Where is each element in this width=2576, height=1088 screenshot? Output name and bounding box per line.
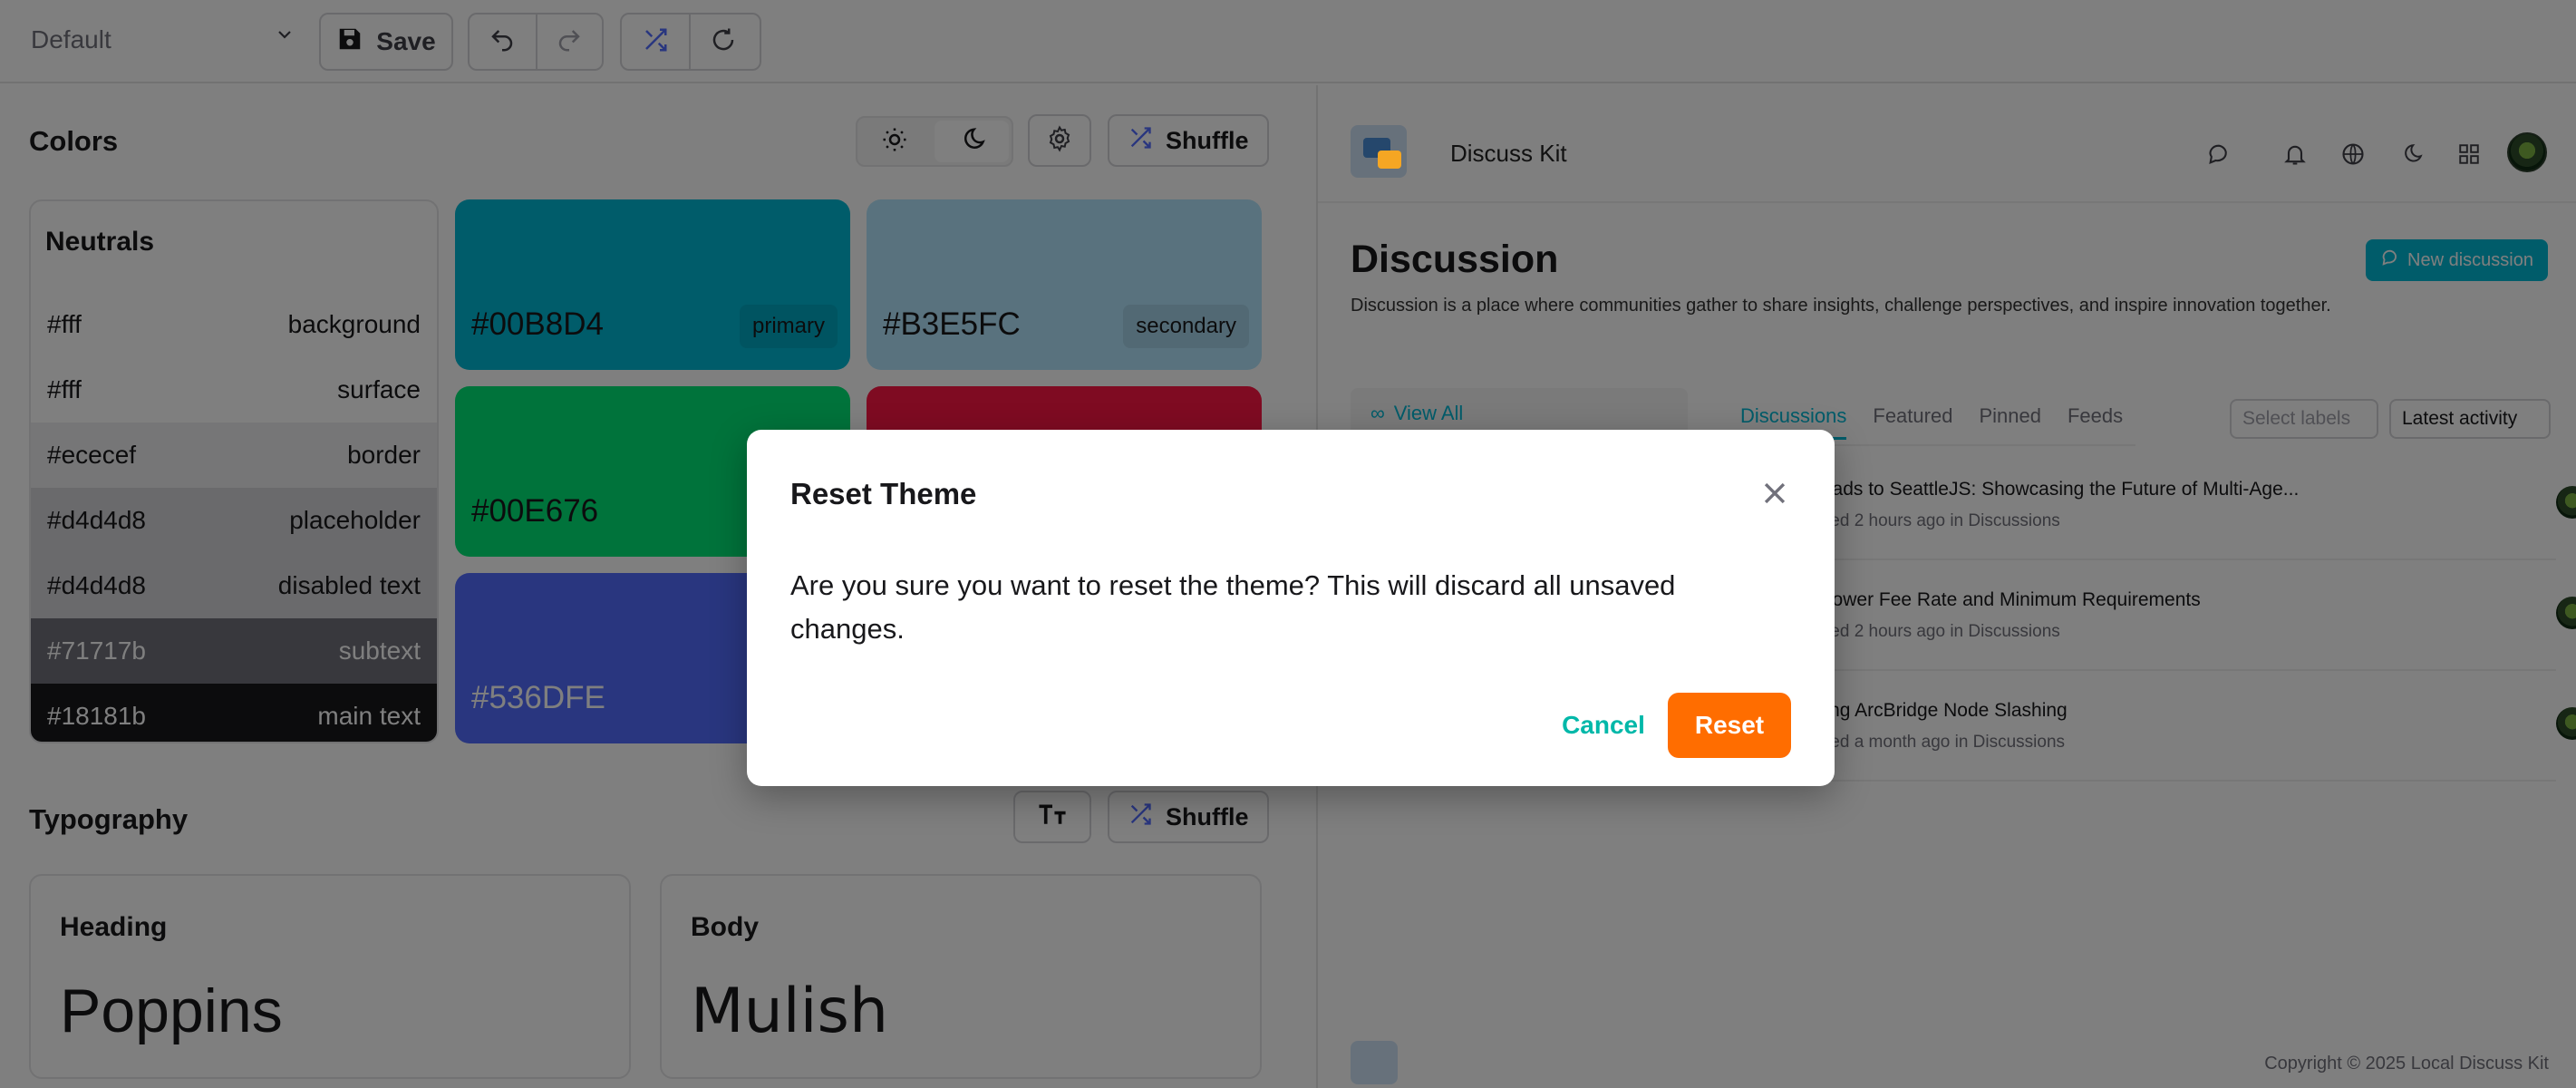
dialog-message: Are you sure you want to reset the theme… bbox=[790, 569, 1676, 645]
close-button[interactable] bbox=[1755, 475, 1795, 515]
close-icon bbox=[1759, 478, 1790, 513]
reset-theme-dialog: Reset Theme Are you sure you want to res… bbox=[747, 430, 1835, 786]
reset-button[interactable]: Reset bbox=[1668, 693, 1791, 758]
cancel-button[interactable]: Cancel bbox=[1545, 693, 1662, 758]
dialog-title: Reset Theme bbox=[790, 477, 977, 510]
